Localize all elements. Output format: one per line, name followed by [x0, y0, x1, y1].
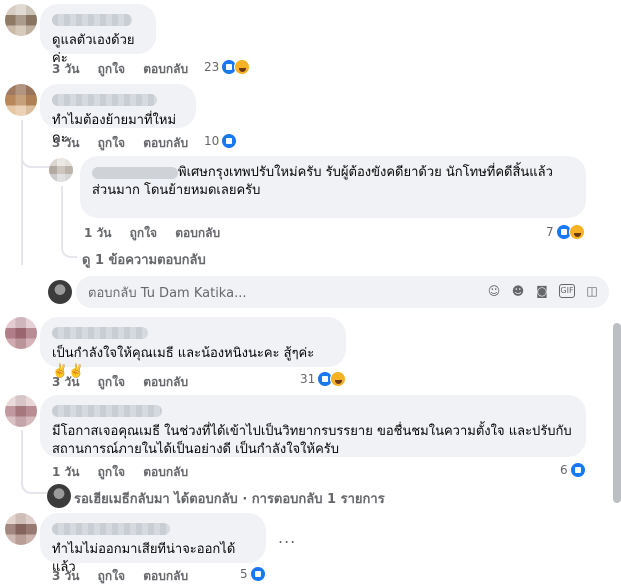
comment-bubble: มีโอกาสเจอคุณเมธี ในช่วงที่ได้เข้าไปเป็น…: [40, 395, 586, 457]
current-user-avatar[interactable]: [48, 280, 72, 304]
reaction-count: 10: [204, 134, 220, 148]
sticker-face-icon[interactable]: ☺: [487, 284, 501, 298]
reaction-count: 6: [560, 463, 568, 477]
like-button[interactable]: ถูกใจ: [98, 62, 125, 76]
thread-line: [21, 430, 23, 482]
gif-icon[interactable]: GIF: [559, 284, 575, 298]
reaction-summary[interactable]: 23: [204, 59, 251, 75]
reply-connector: [21, 478, 47, 494]
reply-input-placeholder: ตอบกลับ Tu Dam Katika...: [88, 285, 247, 301]
replier-avatar[interactable]: [47, 484, 71, 508]
reply-connector: [21, 150, 49, 168]
emoji-icon[interactable]: ☻: [511, 284, 525, 298]
commenter-avatar[interactable]: [5, 395, 37, 427]
reaction-summary[interactable]: 5: [240, 566, 266, 582]
comment-actions: 3 วัน ถูกใจ ตอบกลับ: [52, 567, 202, 586]
replier-name[interactable]: [92, 166, 178, 179]
reply-input[interactable]: ตอบกลับ Tu Dam Katika... ☺ ☻ ◙ GIF ◫: [76, 276, 609, 308]
reply-button[interactable]: ตอบกลับ: [143, 62, 188, 76]
commenter-name[interactable]: [52, 14, 132, 26]
reply-actions: 1 วัน ถูกใจ ตอบกลับ: [84, 224, 234, 243]
reply-button[interactable]: ตอบกลับ: [175, 226, 220, 240]
reaction-summary[interactable]: 7: [546, 224, 585, 240]
comment-time[interactable]: 3 วัน: [52, 375, 79, 389]
replier-avatar[interactable]: [49, 158, 73, 182]
camera-icon[interactable]: ◙: [535, 284, 549, 298]
thread-line: [21, 120, 23, 265]
input-icon-bar: ☺ ☻ ◙ GIF ◫: [487, 284, 599, 298]
scrollbar-thumb[interactable]: [613, 323, 621, 503]
like-button[interactable]: ถูกใจ: [98, 136, 125, 150]
comment-text: มีโอกาสเจอคุณเมธี ในช่วงที่ได้เข้าไปเป็น…: [52, 424, 572, 457]
reaction-count: 23: [204, 60, 220, 74]
like-reaction-icon: [569, 462, 586, 478]
reaction-count: 31: [300, 372, 316, 386]
reply-time[interactable]: 1 วัน: [84, 226, 111, 240]
commenter-avatar[interactable]: [5, 317, 37, 349]
reply-button[interactable]: ตอบกลับ: [143, 375, 188, 389]
comment-bubble: ดูแลตัวเองด้วยค่ะ: [40, 4, 156, 66]
commenter-name[interactable]: [52, 405, 162, 417]
commenter-name[interactable]: [52, 523, 170, 535]
like-reaction-icon: [221, 133, 238, 149]
haha-reaction-icon: [234, 59, 251, 75]
haha-reaction-icon: [330, 371, 347, 387]
like-button[interactable]: ถูกใจ: [98, 569, 125, 583]
reaction-summary[interactable]: 31: [300, 371, 347, 387]
comment-time[interactable]: 3 วัน: [52, 62, 79, 76]
commenter-name[interactable]: [52, 94, 157, 106]
sticker-icon[interactable]: ◫: [585, 284, 599, 298]
like-reaction-icon: [249, 566, 266, 582]
comment-actions: 3 วัน ถูกใจ ตอบกลับ: [52, 134, 202, 153]
like-button[interactable]: ถูกใจ: [98, 465, 125, 479]
more-options-button[interactable]: ...: [278, 528, 296, 547]
comment-bubble: ทำไมไม่ออกมาเสียทีน่าจะออกได้แล้ว: [40, 513, 266, 575]
reaction-summary[interactable]: 10: [204, 133, 238, 149]
view-more-replies-link[interactable]: ดู 1 ข้อความตอบกลับ: [82, 249, 206, 270]
comment-time[interactable]: 3 วัน: [52, 136, 79, 150]
commenter-avatar[interactable]: [5, 513, 37, 545]
reaction-count: 7: [546, 225, 554, 239]
reply-thread-line: [61, 186, 63, 246]
comment-bubble: เป็นกำลังใจให้คุณเมธี และน้องหนิงนะคะ สู…: [40, 317, 346, 379]
comment-actions: 3 วัน ถูกใจ ตอบกลับ: [52, 60, 202, 79]
reaction-summary[interactable]: 6: [560, 462, 586, 478]
haha-reaction-icon: [568, 224, 585, 240]
comment-bubble: ทำไมต้องย้ายมาที่ใหม่คะ: [40, 84, 196, 146]
reply-text: พิเศษกรุงเทพปรับใหม่ครับ รับผู้ต้องขังคด…: [92, 165, 553, 198]
reply-button[interactable]: ตอบกลับ: [143, 136, 188, 150]
like-button[interactable]: ถูกใจ: [98, 375, 125, 389]
commenter-avatar[interactable]: [5, 4, 37, 36]
reply-summary-link[interactable]: รอเฮียเมธีกลับมา ได้ตอบกลับ · การตอบกลับ…: [74, 488, 385, 509]
like-button[interactable]: ถูกใจ: [130, 226, 157, 240]
commenter-name[interactable]: [52, 327, 148, 339]
comment-time[interactable]: 1 วัน: [52, 465, 79, 479]
view-replies-connector: [61, 246, 77, 258]
reply-button[interactable]: ตอบกลับ: [143, 465, 188, 479]
comment-time[interactable]: 3 วัน: [52, 569, 79, 583]
reaction-count: 5: [240, 567, 248, 581]
comment-actions: 3 วัน ถูกใจ ตอบกลับ: [52, 373, 202, 392]
reply-bubble: พิเศษกรุงเทพปรับใหม่ครับ รับผู้ต้องขังคด…: [80, 156, 586, 218]
reply-button[interactable]: ตอบกลับ: [143, 569, 188, 583]
comment-actions: 1 วัน ถูกใจ ตอบกลับ: [52, 463, 202, 482]
commenter-avatar[interactable]: [5, 84, 37, 116]
